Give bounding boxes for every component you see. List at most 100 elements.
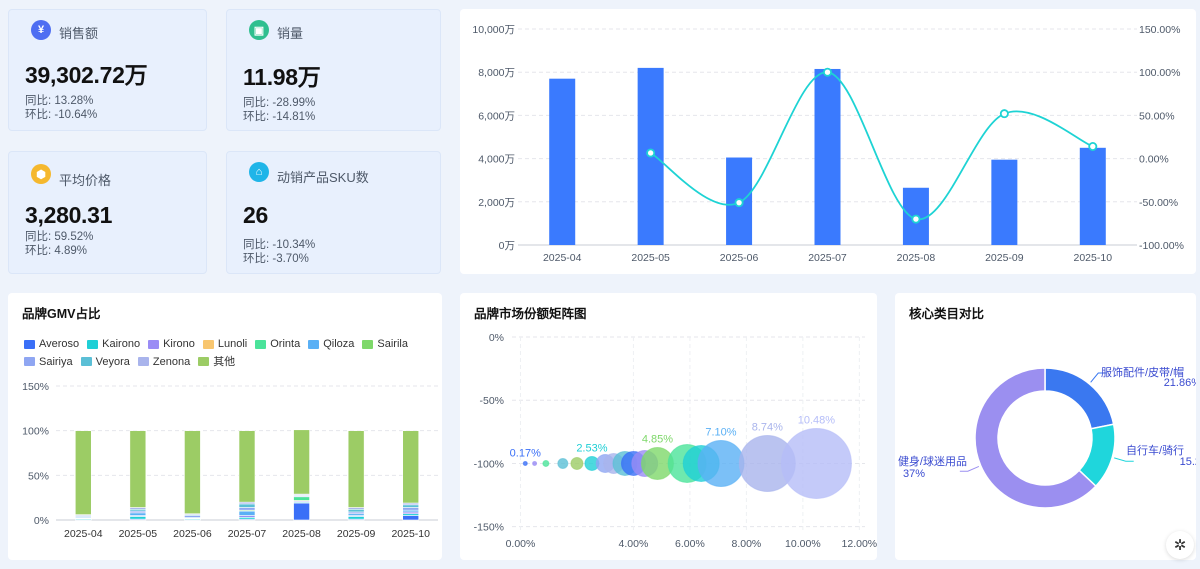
legend-swatch bbox=[137, 357, 149, 366]
bubble-label: 10.48% bbox=[798, 414, 836, 426]
kpi-yoy: 同比: -28.99% bbox=[243, 97, 316, 109]
brand-gmv-title: 品牌GMV占比 bbox=[22, 307, 101, 321]
legend-swatch bbox=[308, 339, 320, 349]
stack-segment bbox=[129, 512, 147, 516]
kpi-label: 销量 bbox=[277, 26, 304, 41]
kpi-mom: 环比: -14.81% bbox=[243, 111, 316, 123]
x-tick-label: 6.00% bbox=[675, 538, 705, 550]
x-tick-label: 2025-04 bbox=[543, 252, 582, 264]
legend-item[interactable]: Averoso bbox=[24, 336, 79, 352]
legend-item[interactable]: Kirono bbox=[148, 336, 195, 352]
kpi-card: ¥ 销售额 39,302.72万 同比: 13.28% 环比: -10.64% bbox=[8, 9, 207, 131]
x-tick-label: 2025-06 bbox=[173, 528, 212, 540]
y-right-tick-label: 100.00% bbox=[1139, 67, 1180, 79]
legend-label: Kairono bbox=[102, 338, 141, 350]
stack-segment bbox=[293, 502, 310, 521]
category-title: 核心类目对比 bbox=[909, 307, 985, 321]
growth-point bbox=[999, 109, 1009, 119]
y-left-tick-label: 0万 bbox=[499, 240, 515, 252]
assistant-icon: ✲ bbox=[1173, 537, 1187, 554]
legend-item[interactable]: Kairono bbox=[87, 336, 140, 352]
x-tick-label: 2025-10 bbox=[1074, 252, 1113, 264]
x-tick-label: 2025-04 bbox=[64, 528, 103, 540]
legend-swatch bbox=[202, 339, 214, 349]
stack-segment bbox=[347, 508, 365, 513]
growth-point bbox=[822, 67, 832, 77]
stack-segment bbox=[238, 507, 256, 511]
legend-item[interactable]: Lunoli bbox=[202, 336, 248, 352]
kpi-yoy: 同比: -10.34% bbox=[243, 239, 316, 251]
legend-label: 其他 bbox=[213, 355, 236, 368]
legend-swatch bbox=[24, 357, 35, 366]
category-card: 服饰配件/皮带/帽21.86%自行车/骑行15.2健身/球迷用品37% bbox=[895, 293, 1196, 560]
brand-gmv-chart: 0% 50% 100% 150% 2025-04 2025-05 2025-06 2025-0… bbox=[22, 381, 438, 540]
legend-item[interactable]: Zenona bbox=[137, 354, 190, 370]
stack-segment bbox=[402, 504, 420, 508]
slice-pct: 15.2 bbox=[1180, 456, 1196, 468]
legend-label: Kirono bbox=[163, 338, 195, 350]
x-tick-label: 2025-08 bbox=[282, 528, 321, 540]
sales-trend-card: 0万 2,000万 4,000万 6,000万 8,000万 10,000万 -100.00… bbox=[460, 9, 1196, 274]
x-tick-label: 12.00% bbox=[842, 538, 877, 550]
stack-segment bbox=[238, 503, 256, 508]
legend-item[interactable]: 其他 bbox=[198, 354, 235, 370]
y-right-tick-label: -100.00% bbox=[1139, 240, 1184, 252]
brand-gmv-legend: Averoso Kairono Kirono Lunoli Orinta Qiloza Sa… bbox=[24, 336, 434, 371]
assistant-button[interactable]: ✲ bbox=[1166, 531, 1194, 559]
kpi-label: 动销产品SKU数 bbox=[277, 170, 369, 185]
y-tick-label: 100% bbox=[22, 426, 49, 438]
x-tick-label: 2025-07 bbox=[808, 252, 847, 264]
x-tick-label: 2025-05 bbox=[119, 528, 158, 540]
kpi-value: 3,280.31 bbox=[25, 202, 113, 228]
y-tick-label: 150% bbox=[22, 381, 49, 393]
kpi-label: 平均价格 bbox=[59, 173, 112, 188]
bar bbox=[549, 78, 576, 246]
stack-segment bbox=[347, 516, 365, 520]
legend-swatch bbox=[87, 339, 99, 349]
y-left-tick-label: 10,000万 bbox=[472, 24, 515, 36]
sku-icon: ⌂ bbox=[249, 162, 269, 182]
slice-label: 健身/球迷用品 bbox=[898, 454, 967, 468]
x-tick-label: 2025-09 bbox=[337, 528, 376, 540]
stack-segment bbox=[293, 429, 310, 495]
kpi-card: ▣ 销量 11.98万同比: -28.99% 环比: -14.81% bbox=[226, 9, 441, 131]
slice-pct: 37% bbox=[903, 468, 925, 480]
x-tick-label: 2025-06 bbox=[720, 252, 759, 264]
legend-label: Sairiya bbox=[39, 355, 73, 368]
legend-item[interactable]: Sairila bbox=[362, 336, 408, 352]
legend-item[interactable]: Sairiya bbox=[24, 354, 73, 370]
volume-icon: ▣ bbox=[249, 20, 269, 40]
kpi-mom: 环比: -3.70% bbox=[243, 253, 309, 265]
growth-point bbox=[734, 198, 744, 208]
legend-item[interactable]: Qiloza bbox=[308, 336, 354, 352]
growth-point bbox=[1088, 142, 1098, 152]
stack-segment bbox=[74, 430, 92, 515]
bubble bbox=[780, 427, 852, 499]
legend-swatch bbox=[198, 357, 210, 366]
y-tick-label: 50% bbox=[28, 470, 49, 482]
bubble bbox=[697, 439, 745, 487]
slice-label: 自行车/骑行 bbox=[1126, 443, 1184, 457]
stack-segment bbox=[402, 507, 420, 511]
x-tick-label: 8.00% bbox=[732, 538, 762, 550]
growth-point bbox=[911, 214, 921, 224]
y-left-tick-label: 8,000万 bbox=[478, 67, 515, 79]
bubble bbox=[522, 460, 528, 466]
growth-point bbox=[646, 148, 656, 158]
legend-swatch bbox=[148, 339, 160, 349]
stack-segment bbox=[293, 496, 310, 501]
x-tick-label: 10.00% bbox=[785, 538, 821, 550]
legend-item[interactable]: Orinta bbox=[255, 336, 300, 352]
y-tick-label: 0% bbox=[489, 332, 504, 344]
x-tick-label: 0.00% bbox=[506, 538, 536, 550]
sales-trend-chart: 0万 2,000万 4,000万 6,000万 8,000万 10,000万 -100.00… bbox=[472, 24, 1184, 264]
label-leader bbox=[1114, 457, 1134, 462]
stack-segment bbox=[129, 430, 147, 508]
legend-label: Qiloza bbox=[323, 338, 355, 350]
legend-label: Lunoli bbox=[217, 338, 248, 350]
kpi-value: 11.98万 bbox=[243, 64, 321, 90]
stack-segment bbox=[238, 430, 256, 503]
legend-label: Veyora bbox=[95, 355, 130, 368]
x-tick-label: 2025-05 bbox=[631, 252, 670, 264]
legend-item[interactable]: Veyora bbox=[80, 354, 130, 370]
